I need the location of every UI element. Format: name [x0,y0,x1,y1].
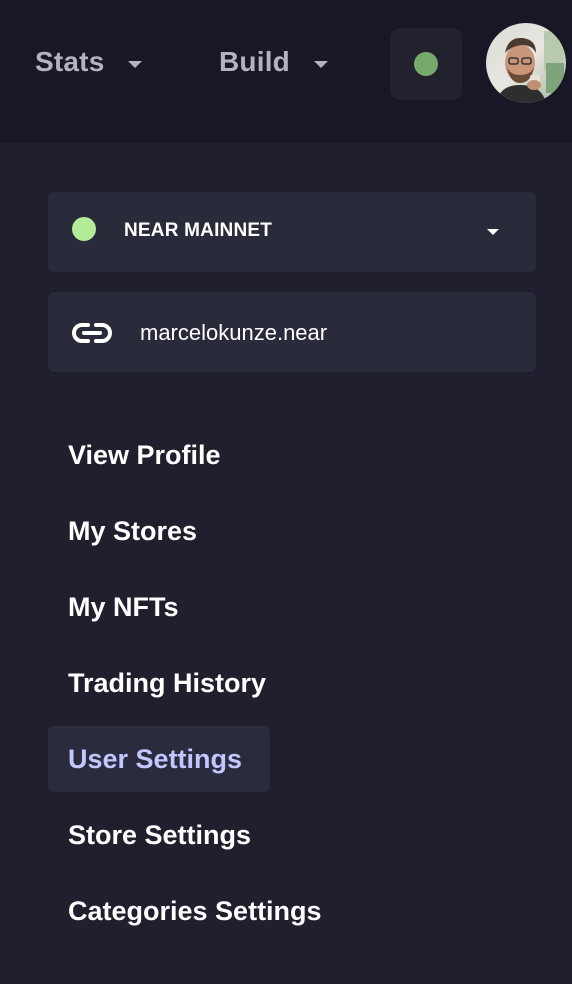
chevron-down-icon [487,229,499,235]
menu-item-user-settings[interactable]: User Settings [48,726,270,792]
link-icon [72,323,112,343]
menu-item-trading-history[interactable]: Trading History [48,650,286,716]
network-status-icon [72,217,96,241]
avatar-image [486,23,566,103]
menu-item-my-nfts[interactable]: My NFTs [48,574,199,640]
network-status-button[interactable] [390,28,462,100]
menu-item-store-settings[interactable]: Store Settings [48,802,271,868]
chevron-down-icon [314,60,328,68]
nav-build-dropdown[interactable]: Build [219,44,328,80]
nav-stats-label: Stats [35,46,105,77]
network-selector[interactable]: NEAR MAINNET [48,192,536,272]
menu-item-my-stores[interactable]: My Stores [48,498,217,564]
menu-item-categories-settings[interactable]: Categories Settings [48,878,342,944]
top-navigation-bar: Stats Build [0,0,572,143]
nav-build-label: Build [219,46,290,77]
network-label: NEAR MAINNET [124,220,273,241]
status-dot-icon [414,52,438,76]
nav-stats-dropdown[interactable]: Stats [35,44,143,80]
chevron-down-icon [128,60,143,68]
account-name: marcelokunze.near [140,320,328,345]
account-link[interactable]: marcelokunze.near [48,292,536,372]
menu-item-view-profile[interactable]: View Profile [48,422,241,488]
user-avatar[interactable] [486,23,566,103]
